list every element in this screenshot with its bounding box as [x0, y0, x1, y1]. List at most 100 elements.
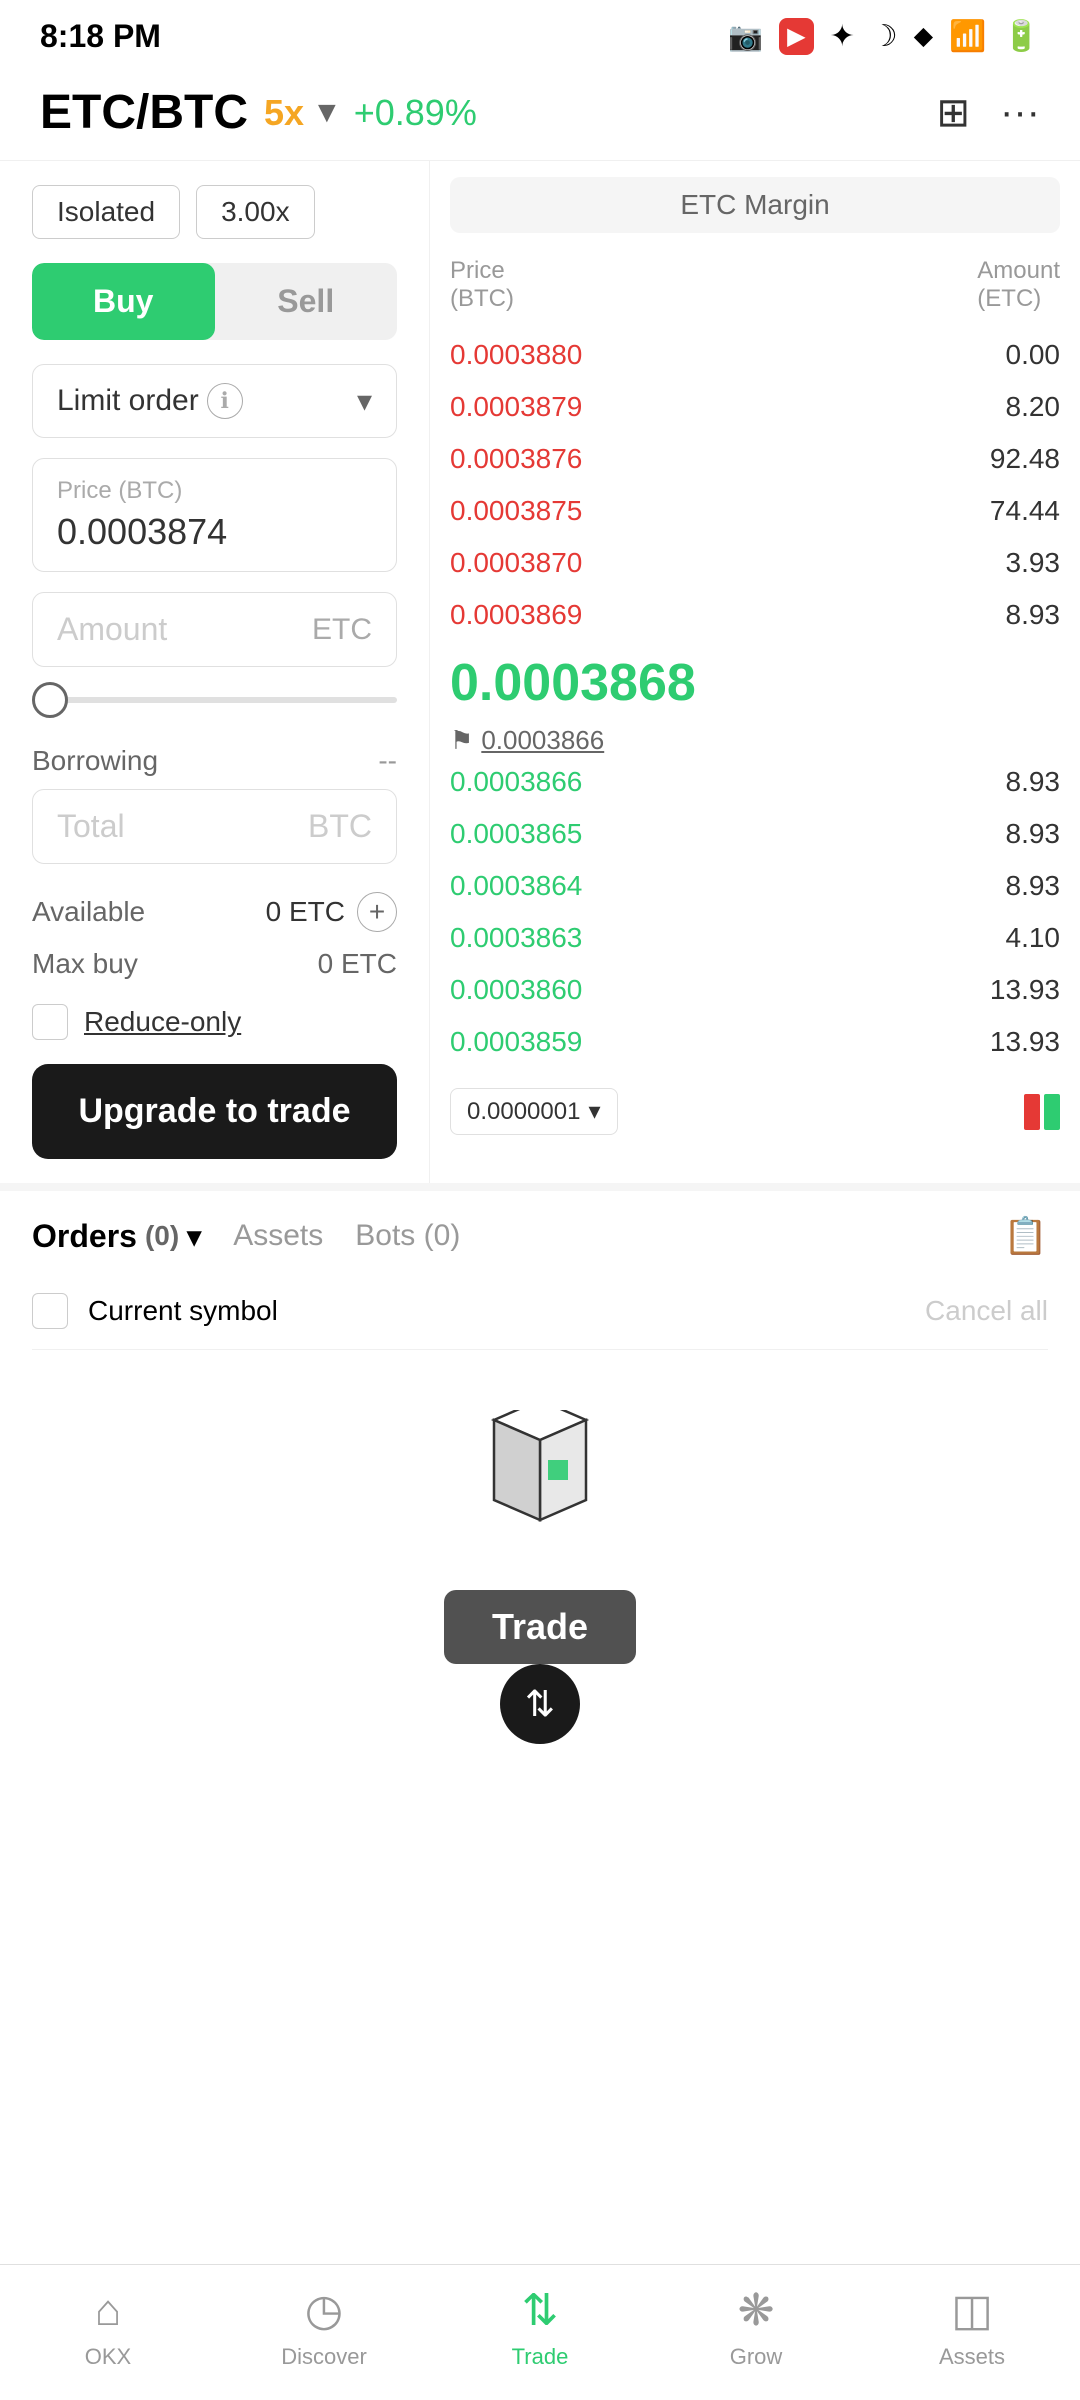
moon-icon: ☽ [871, 19, 898, 54]
chart-icon[interactable]: ⊞ [937, 90, 971, 136]
borrowing-value: -- [378, 745, 397, 777]
bots-label: Bots [355, 1219, 415, 1252]
price-input[interactable]: Price (BTC) 0.0003874 [32, 458, 397, 572]
buy-price: 0.0003859 [450, 1026, 582, 1058]
orders-dropdown-icon[interactable]: ▾ [187, 1220, 201, 1253]
available-value-group: 0 ETC + [266, 892, 397, 932]
nav-item-okx[interactable]: ⌂ OKX [0, 2266, 216, 2380]
total-placeholder: Total [57, 808, 125, 845]
nav-item-discover[interactable]: ◷ Discover [216, 2265, 432, 2380]
header: ETC/BTC 5x ▼ +0.89% ⊞ ··· [0, 65, 1080, 161]
borrowing-row: Borrowing -- [32, 733, 397, 789]
grow-icon: ❋ [738, 2285, 775, 2336]
order-type-dropdown-icon[interactable]: ▾ [357, 384, 372, 419]
status-bar: 8:18 PM 📷 ▶ ✦ ☽ ⬥ 📶 🔋 [0, 0, 1080, 65]
trade-popup-label: Trade [444, 1590, 636, 1664]
buy-price: 0.0003865 [450, 818, 582, 850]
nav-item-trade[interactable]: ⇅ Trade [432, 2265, 648, 2380]
bluetooth-icon: ✦ [830, 19, 855, 54]
amount-input[interactable]: Amount ETC [32, 592, 397, 667]
slider-track[interactable] [32, 697, 397, 703]
price-value: 0.0003874 [57, 511, 372, 553]
status-time: 8:18 PM [40, 18, 161, 55]
maxbuy-label: Max buy [32, 948, 138, 980]
buy-amount: 13.93 [990, 1026, 1060, 1058]
precision-dropdown-icon[interactable]: ▾ [588, 1097, 600, 1126]
amount-slider[interactable] [32, 687, 397, 713]
current-symbol-checkbox[interactable] [32, 1293, 68, 1329]
order-type-selector[interactable]: Limit order ℹ ▾ [32, 364, 397, 438]
table-row: 0.0003859 13.93 [450, 1016, 1060, 1068]
badges-row: Isolated 3.00x [32, 185, 397, 239]
add-funds-button[interactable]: + [357, 892, 397, 932]
info-icon[interactable]: ℹ [207, 383, 243, 419]
table-row: 0.0003860 13.93 [450, 964, 1060, 1016]
trade-swap-button[interactable]: ⇅ [500, 1664, 580, 1744]
tab-assets[interactable]: Assets [233, 1219, 323, 1253]
nav-item-assets[interactable]: ◫ Assets [864, 2265, 1080, 2380]
borrowing-label: Borrowing [32, 745, 158, 777]
buy-price: 0.0003866 [450, 766, 582, 798]
buy-price: 0.0003860 [450, 974, 582, 1006]
available-row: Available 0 ETC + [32, 884, 397, 940]
table-row: 0.0003869 8.93 [450, 589, 1060, 641]
price-change-label: +0.89% [354, 92, 477, 134]
sell-amount: 0.00 [1006, 339, 1061, 371]
nav-item-grow[interactable]: ❋ Grow [648, 2265, 864, 2380]
slider-thumb[interactable] [32, 682, 68, 718]
sell-amount: 74.44 [990, 495, 1060, 527]
current-symbol-label: Current symbol [88, 1295, 278, 1327]
nav-label-grow: Grow [730, 2344, 783, 2370]
orders-tabs: Orders (0) ▾ Assets Bots (0) 📋 [32, 1215, 1048, 1257]
etc-margin-badge[interactable]: ETC Margin [450, 177, 1060, 233]
tab-bots[interactable]: Bots (0) [355, 1219, 460, 1253]
buy-orders: 0.0003866 8.93 0.0003865 8.93 0.0003864 … [450, 756, 1060, 1068]
isolated-badge[interactable]: Isolated [32, 185, 180, 239]
empty-state: Trade ⇅ [32, 1410, 1048, 1744]
sell-amount: 8.20 [1006, 391, 1061, 423]
main-content: Isolated 3.00x Buy Sell Limit order ℹ ▾ … [0, 161, 1080, 1183]
depth-chart-icon[interactable] [1024, 1094, 1060, 1130]
tab-orders[interactable]: Orders (0) ▾ [32, 1218, 201, 1255]
price-col-header: Price(BTC) [450, 257, 514, 313]
dropdown-arrow-icon[interactable]: ▼ [312, 96, 342, 130]
orders-label: Orders [32, 1218, 137, 1255]
total-currency: BTC [308, 808, 372, 845]
orderbook-panel: ETC Margin Price(BTC) Amount(ETC) 0.0003… [430, 161, 1080, 1183]
table-row: 0.0003880 0.00 [450, 329, 1060, 381]
flag-price-row: ⚑ 0.0003866 [450, 725, 1060, 756]
bottom-nav: ⌂ OKX ◷ Discover ⇅ Trade ❋ Grow ◫ Assets [0, 2264, 1080, 2400]
leverage-badge[interactable]: 3.00x [196, 185, 315, 239]
orders-settings-icon[interactable]: 📋 [1003, 1215, 1048, 1257]
available-label: Available [32, 896, 145, 928]
precision-selector[interactable]: 0.0000001 ▾ [450, 1088, 618, 1135]
amount-placeholder: Amount [57, 611, 167, 648]
total-input[interactable]: Total BTC [32, 789, 397, 864]
reduce-only-checkbox[interactable] [32, 1004, 68, 1040]
sell-tab[interactable]: Sell [215, 263, 398, 340]
header-actions: ⊞ ··· [937, 90, 1040, 136]
sell-price: 0.0003880 [450, 339, 582, 371]
buy-amount: 8.93 [1006, 870, 1061, 902]
more-options-icon[interactable]: ··· [1000, 90, 1040, 136]
sell-price: 0.0003875 [450, 495, 582, 527]
buy-price: 0.0003863 [450, 922, 582, 954]
leverage-label[interactable]: 5x [264, 92, 304, 134]
bots-count: (0) [424, 1219, 461, 1252]
buy-amount: 8.93 [1006, 766, 1061, 798]
cancel-all-button[interactable]: Cancel all [925, 1295, 1048, 1327]
flag-price-value: 0.0003866 [481, 725, 604, 756]
buy-tab[interactable]: Buy [32, 263, 215, 340]
orders-count: (0) [145, 1220, 179, 1252]
current-price-row: 0.0003868 [450, 641, 1060, 725]
symbol-label[interactable]: ETC/BTC [40, 85, 248, 140]
orderbook-headers: Price(BTC) Amount(ETC) [450, 249, 1060, 321]
reduce-only-row[interactable]: Reduce-only [32, 988, 397, 1056]
table-row: 0.0003865 8.93 [450, 808, 1060, 860]
buy-price: 0.0003864 [450, 870, 582, 902]
maxbuy-row: Max buy 0 ETC [32, 940, 397, 988]
upgrade-button[interactable]: Upgrade to trade [32, 1064, 397, 1159]
reduce-only-label: Reduce-only [84, 1006, 241, 1038]
depth-red-bar [1024, 1094, 1040, 1130]
sell-orders: 0.0003880 0.00 0.0003879 8.20 0.0003876 … [450, 329, 1060, 641]
